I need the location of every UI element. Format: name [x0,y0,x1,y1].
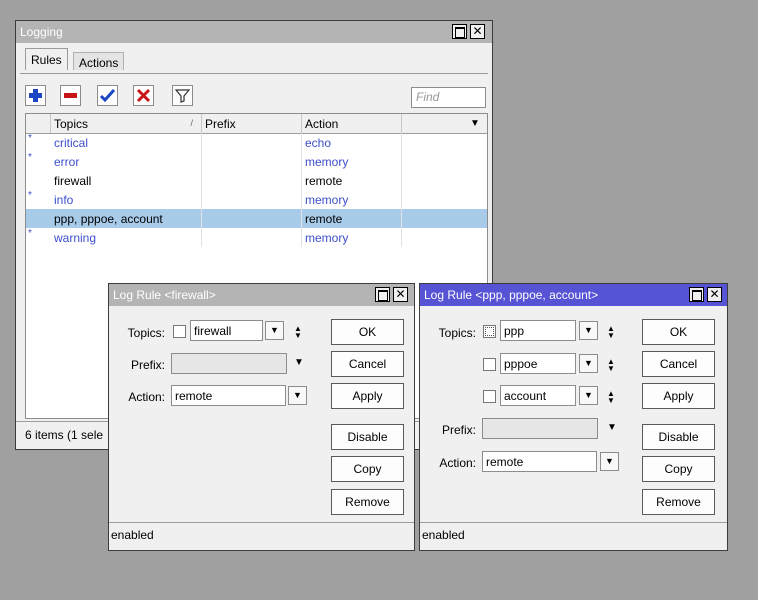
ok-button[interactable]: OK [642,319,715,345]
topics-add-remove-icon[interactable]: ▲ ▼ [605,390,617,405]
column-prefix-header[interactable]: Prefix [202,114,302,133]
topics-dropdown-button[interactable]: ▼ [579,386,598,405]
cancel-button[interactable]: Cancel [331,351,404,377]
apply-button[interactable]: Apply [642,383,715,409]
table-row[interactable]: * critical echo [26,133,487,152]
maximize-button[interactable] [375,287,390,302]
default-rule-marker: * [28,228,32,239]
status-text: enabled [111,528,154,542]
prefix-label: Prefix: [441,423,476,437]
log-rule-ppp-window: Log Rule <ppp, pppoe, account> ✕ Topics:… [419,283,728,551]
topics-label: Topics: [127,326,165,340]
ppp-titlebar[interactable]: Log Rule <ppp, pppoe, account> [420,284,727,306]
remove-button[interactable]: Remove [642,489,715,515]
table-row[interactable]: * info memory [26,190,487,209]
close-button[interactable]: ✕ [393,287,408,302]
log-rule-firewall-window: Log Rule <firewall> ✕ Topics: firewall ▼… [108,283,415,551]
column-topics-header[interactable]: Topics / [51,114,202,133]
dropdown-icon: ▼ [293,390,302,400]
action-dropdown-button[interactable]: ▼ [600,452,619,471]
remove-button[interactable]: Remove [331,489,404,515]
find-input[interactable]: Find [411,87,486,108]
dropdown-icon: ▼ [270,325,279,335]
topics-negate-checkbox[interactable] [173,325,186,338]
copy-button[interactable]: Copy [331,456,404,482]
items-count: 6 items (1 sele [25,428,104,442]
action-label: Action: [439,456,476,470]
check-icon [99,88,116,103]
topics-field-ppp[interactable]: ppp [500,320,576,341]
filter-icon [174,89,191,103]
topics-field-pppoe[interactable]: pppoe [500,353,576,374]
dropdown-icon: ▼ [605,456,614,466]
status-bar: enabled [420,522,727,550]
prefix-expand-icon[interactable]: ▼ [294,357,304,368]
topics-dropdown-button[interactable]: ▼ [579,354,598,373]
maximize-button[interactable] [452,24,467,39]
table-row[interactable]: firewall remote [26,171,487,190]
maximize-button[interactable] [689,287,704,302]
dropdown-icon: ▼ [584,358,593,368]
action-field[interactable]: remote [482,451,597,472]
status-text: enabled [422,528,465,542]
logging-titlebar[interactable]: Logging [16,21,492,43]
table-header: Topics / Prefix Action ▼ [26,114,487,134]
topics-field-account[interactable]: account [500,385,576,406]
disable-button[interactable]: Disable [642,424,715,450]
default-rule-marker: * [28,133,32,144]
dropdown-icon: ▼ [584,390,593,400]
topics-negate-checkbox[interactable] [483,325,496,338]
add-button[interactable] [25,85,46,106]
table-row[interactable]: * warning memory [26,228,487,247]
disable-button[interactable] [133,85,154,106]
remove-button[interactable] [60,85,81,106]
tab-rules[interactable]: Rules [25,48,68,70]
prefix-field[interactable] [482,418,598,439]
plus-icon [29,89,42,102]
dropdown-icon: ▼ [584,325,593,335]
topics-dropdown-button[interactable]: ▼ [579,321,598,340]
action-label: Action: [128,390,165,404]
logging-title: Logging [20,25,63,39]
sort-icon: / [190,118,193,128]
prefix-label: Prefix: [130,358,165,372]
topics-dropdown-button[interactable]: ▼ [265,321,284,340]
ppp-title: Log Rule <ppp, pppoe, account> [424,288,599,302]
topics-add-remove-icon[interactable]: ▲ ▼ [605,325,617,340]
topics-negate-checkbox[interactable] [483,358,496,371]
tab-actions[interactable]: Actions [73,52,125,70]
column-menu-icon[interactable]: ▼ [470,118,480,129]
action-field[interactable]: remote [171,385,286,406]
topics-negate-checkbox[interactable] [483,390,496,403]
action-dropdown-button[interactable]: ▼ [288,386,307,405]
enable-button[interactable] [97,85,118,106]
topics-add-remove-icon[interactable]: ▲ ▼ [292,325,304,340]
default-rule-marker: * [28,190,32,201]
tab-content-divider [20,73,488,74]
close-button[interactable]: ✕ [470,24,485,39]
topics-label: Topics: [438,326,476,340]
ok-button[interactable]: OK [331,319,404,345]
filter-button[interactable] [172,85,193,106]
close-button[interactable]: ✕ [707,287,722,302]
column-action-header[interactable]: Action [302,114,402,133]
copy-button[interactable]: Copy [642,456,715,482]
topics-add-remove-icon[interactable]: ▲ ▼ [605,358,617,373]
apply-button[interactable]: Apply [331,383,404,409]
table-row-selected[interactable]: ppp, pppoe, account remote [26,209,487,228]
topics-field[interactable]: firewall [190,320,263,341]
default-rule-marker: * [28,152,32,163]
column-marker-header [26,114,51,133]
minus-icon [64,93,77,98]
cancel-button[interactable]: Cancel [642,351,715,377]
firewall-title: Log Rule <firewall> [113,288,216,302]
prefix-field[interactable] [171,353,287,374]
prefix-expand-icon[interactable]: ▼ [607,422,617,433]
table-row[interactable]: * error memory [26,152,487,171]
firewall-titlebar[interactable]: Log Rule <firewall> [109,284,414,306]
disable-button[interactable]: Disable [331,424,404,450]
x-icon [136,88,151,103]
status-bar: enabled [109,522,414,550]
